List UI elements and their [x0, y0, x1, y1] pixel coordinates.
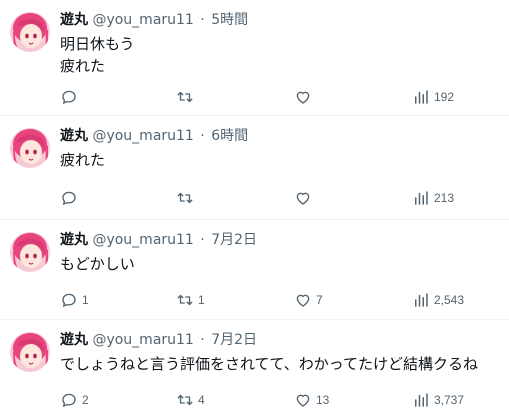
retweet-arrows-icon: [177, 192, 193, 204]
retweet-count: 4: [198, 393, 205, 407]
reply-button[interactable]: 2: [60, 390, 89, 410]
reply-button[interactable]: [60, 87, 82, 107]
heart-icon: [296, 192, 310, 205]
avatar[interactable]: [10, 12, 50, 52]
tweet[interactable]: 遊丸 @you_maru11 · 6時間 疲れた 213: [0, 116, 509, 220]
display-name[interactable]: 遊丸: [60, 12, 88, 28]
like-button[interactable]: [294, 188, 316, 208]
heart-icon: [296, 294, 310, 307]
avatar[interactable]: [10, 332, 50, 372]
views-button[interactable]: 213: [412, 188, 454, 208]
separator: ·: [200, 12, 205, 28]
display-name[interactable]: 遊丸: [60, 232, 88, 248]
tweet[interactable]: 遊丸 @you_maru11 · 7月2日 でしょうねと言う評価をされてて、わか…: [0, 320, 509, 420]
like-button[interactable]: 13: [294, 390, 329, 410]
bar-chart-icon: [415, 293, 428, 307]
views-button[interactable]: 2,543: [412, 290, 464, 310]
action-bar: 2 4 13 3,737: [60, 390, 480, 410]
user-handle[interactable]: @you_maru11: [92, 332, 193, 348]
action-bar: 1 1 7 2,543: [60, 290, 480, 310]
view-count: 192: [434, 90, 455, 104]
user-handle[interactable]: @you_maru11: [92, 12, 193, 28]
tweet[interactable]: 遊丸 @you_maru11 · 7月2日 もどかしい 1 1 7 2,543: [0, 220, 509, 320]
speech-bubble-icon: [62, 90, 76, 105]
timestamp[interactable]: 7月2日: [211, 332, 257, 348]
bar-chart-icon: [415, 393, 428, 407]
view-count: 213: [434, 191, 455, 205]
tweet-header: 遊丸 @you_maru11 · 6時間: [60, 126, 248, 146]
like-count: 7: [316, 293, 323, 307]
separator: ·: [200, 332, 205, 348]
view-count: 3,737: [434, 393, 465, 407]
tweet-text: 明日休もう 疲れた: [60, 33, 135, 77]
timestamp[interactable]: 7月2日: [211, 232, 257, 248]
timeline-feed: 遊丸 @you_maru11 · 5時間 明日休もう 疲れた 192 遊丸 @y…: [0, 0, 509, 420]
timestamp[interactable]: 6時間: [211, 128, 248, 144]
user-handle[interactable]: @you_maru11: [92, 128, 193, 144]
reply-button[interactable]: [60, 188, 82, 208]
tweet-header: 遊丸 @you_maru11 · 5時間: [60, 10, 248, 30]
tweet-header: 遊丸 @you_maru11 · 7月2日: [60, 330, 257, 350]
user-handle[interactable]: @you_maru11: [92, 232, 193, 248]
display-name[interactable]: 遊丸: [60, 128, 88, 144]
retweet-button[interactable]: 4: [176, 390, 205, 410]
bar-chart-icon: [415, 191, 428, 205]
action-bar: 192: [60, 87, 480, 107]
retweet-button[interactable]: [176, 188, 198, 208]
retweet-arrows-icon: [177, 91, 193, 103]
separator: ·: [200, 232, 205, 248]
tweet-text: もどかしい: [60, 253, 135, 275]
timestamp[interactable]: 5時間: [211, 12, 248, 28]
views-button[interactable]: 3,737: [412, 390, 464, 410]
retweet-arrows-icon: [177, 394, 193, 406]
view-count: 2,543: [434, 293, 465, 307]
tweet-text-line: でしょうねと言う評価をされてて、わかってたけど結構クるね: [60, 355, 479, 373]
speech-bubble-icon: [62, 393, 76, 408]
tweet-text-line: 疲れた: [60, 57, 106, 75]
reply-button[interactable]: 1: [60, 290, 89, 310]
tweet-text: でしょうねと言う評価をされてて、わかってたけど結構クるね: [60, 353, 478, 375]
heart-icon: [296, 91, 310, 104]
display-name[interactable]: 遊丸: [60, 332, 88, 348]
speech-bubble-icon: [62, 293, 76, 308]
views-button[interactable]: 192: [412, 87, 454, 107]
speech-bubble-icon: [62, 191, 76, 206]
action-bar: 213: [60, 188, 480, 208]
heart-icon: [296, 394, 310, 407]
retweet-button[interactable]: 1: [176, 290, 205, 310]
tweet[interactable]: 遊丸 @you_maru11 · 5時間 明日休もう 疲れた 192: [0, 0, 509, 116]
tweet-header: 遊丸 @you_maru11 · 7月2日: [60, 230, 257, 250]
tweet-text-line: 明日休もう: [60, 35, 135, 53]
bar-chart-icon: [415, 90, 428, 104]
like-button[interactable]: 7: [294, 290, 323, 310]
retweet-button[interactable]: [176, 87, 198, 107]
tweet-text: 疲れた: [60, 149, 105, 171]
avatar[interactable]: [10, 232, 50, 272]
tweet-text-line: もどかしい: [60, 255, 135, 273]
separator: ·: [200, 128, 205, 144]
reply-count: 2: [82, 393, 89, 407]
reply-count: 1: [82, 293, 89, 307]
tweet-text-line: 疲れた: [60, 151, 106, 169]
like-count: 13: [316, 393, 330, 407]
retweet-arrows-icon: [177, 294, 193, 306]
retweet-count: 1: [198, 293, 205, 307]
avatar[interactable]: [10, 128, 50, 168]
like-button[interactable]: [294, 87, 316, 107]
